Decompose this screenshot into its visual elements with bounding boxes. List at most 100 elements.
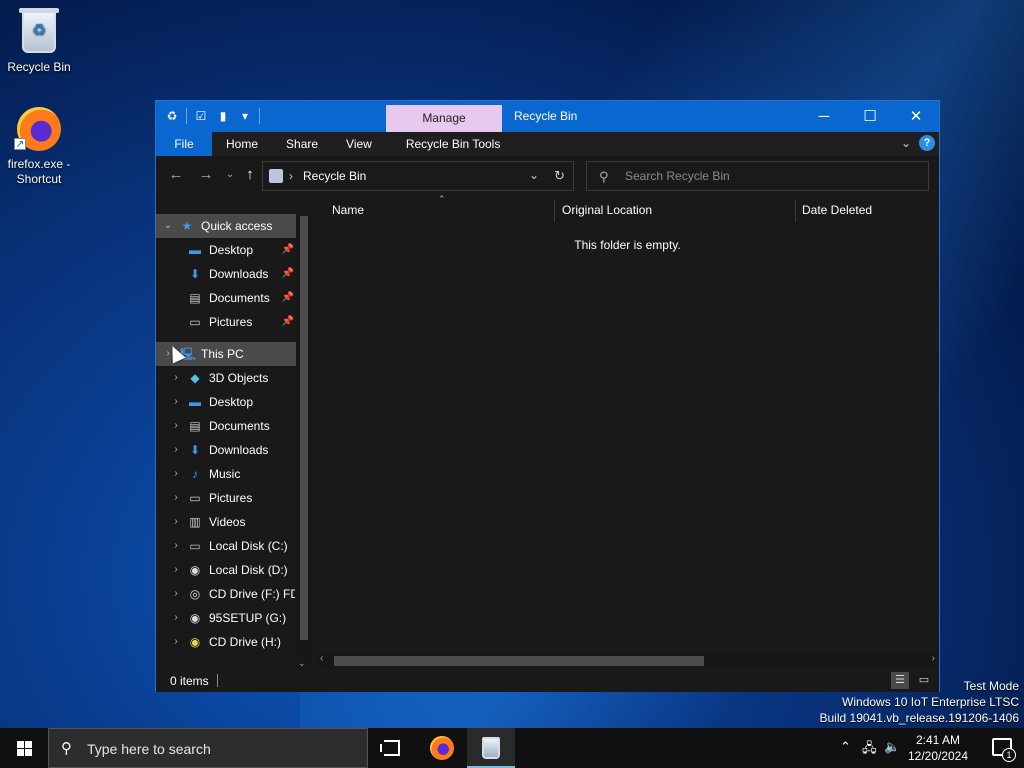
nav-3d-objects[interactable]: › ◆ 3D Objects: [156, 366, 296, 390]
nav-local-disk-d[interactable]: › ◉ Local Disk (D:): [156, 558, 296, 582]
toolbar-divider: [186, 108, 187, 124]
nav-quick-downloads[interactable]: ⬇ Downloads 📌: [156, 262, 296, 286]
nav-cd-drive-h[interactable]: › ◉ CD Drive (H:): [156, 630, 296, 654]
3d-objects-icon: ◆: [190, 371, 200, 385]
scrollbar-thumb[interactable]: [300, 216, 308, 640]
disc-icon: ◉: [189, 611, 201, 625]
scroll-down-icon[interactable]: ⌄: [298, 658, 306, 669]
nav-downloads[interactable]: › ⬇ Downloads: [156, 438, 296, 462]
column-divider[interactable]: [795, 200, 796, 222]
taskbar-search-input[interactable]: [87, 739, 357, 759]
up-button[interactable]: ↑: [240, 166, 260, 183]
taskbar-search-box[interactable]: ⚲: [48, 728, 368, 768]
title-bar[interactable]: ♻ ☑ ▮ ▾ Manage Recycle Bin ─ ☐ ✕: [156, 101, 939, 132]
network-icon[interactable]: 🖧: [862, 739, 877, 761]
chevron-right-icon[interactable]: ›: [170, 558, 182, 582]
desktop-folder-icon: ▬: [189, 395, 201, 409]
tab-share[interactable]: Share: [272, 132, 332, 156]
breadcrumb[interactable]: Recycle Bin: [303, 169, 366, 183]
chevron-right-icon[interactable]: ›: [170, 462, 182, 486]
nav-cd-drive-f[interactable]: › ◎ CD Drive (F:) FD1: [156, 582, 296, 606]
address-bar[interactable]: › Recycle Bin ⌄ ↻: [262, 161, 574, 191]
manage-context-tab[interactable]: Manage: [386, 105, 502, 132]
scroll-right-icon[interactable]: ›: [932, 653, 935, 664]
help-icon[interactable]: ?: [919, 135, 935, 151]
chevron-right-icon[interactable]: ›: [170, 366, 182, 390]
volume-muted-icon[interactable]: 🔈: [884, 739, 900, 755]
column-header-original-location[interactable]: Original Location: [562, 196, 652, 224]
tab-file[interactable]: File: [156, 132, 212, 156]
column-header-name[interactable]: Name: [332, 196, 364, 224]
chevron-right-icon[interactable]: ›: [170, 582, 182, 606]
search-box[interactable]: ⚲: [586, 161, 929, 191]
task-view-button[interactable]: [368, 728, 416, 768]
column-divider[interactable]: [554, 200, 555, 222]
nav-quick-desktop[interactable]: ▬ Desktop 📌: [156, 238, 296, 262]
close-button[interactable]: ✕: [893, 101, 939, 132]
minimize-button[interactable]: ─: [801, 101, 847, 132]
chevron-up-icon[interactable]: ⌃: [840, 739, 851, 755]
address-row: ← → ⌄ ↑ › Recycle Bin ⌄ ↻ ⚲: [156, 156, 939, 196]
desktop-icon-recycle-bin[interactable]: Recycle Bin: [1, 8, 77, 75]
videos-icon: ▥: [189, 515, 201, 529]
nav-quick-pictures[interactable]: ▭ Pictures 📌: [156, 310, 296, 334]
chevron-right-icon[interactable]: ›: [170, 606, 182, 630]
customize-toolbar-icon[interactable]: ▾: [237, 108, 253, 124]
tab-home[interactable]: Home: [212, 132, 272, 156]
nav-quick-access[interactable]: ⌄ ★ Quick access: [156, 214, 296, 238]
nav-95setup-g[interactable]: › ◉ 95SETUP (G:): [156, 606, 296, 630]
nav-local-disk-c[interactable]: › ▭ Local Disk (C:): [156, 534, 296, 558]
forward-button[interactable]: →: [196, 166, 216, 183]
pictures-icon: ▭: [189, 491, 201, 505]
expand-ribbon-icon[interactable]: ⌄: [901, 136, 911, 150]
chevron-right-icon[interactable]: ›: [170, 630, 182, 654]
new-folder-icon[interactable]: ▮: [215, 108, 231, 124]
nav-videos[interactable]: › ▥ Videos: [156, 510, 296, 534]
chevron-right-icon[interactable]: ›: [170, 510, 182, 534]
start-button[interactable]: [0, 728, 48, 768]
horizontal-scrollbar[interactable]: ‹ ›: [316, 652, 939, 669]
file-list[interactable]: ⌃ Name Original Location Date Deleted Th…: [316, 194, 939, 671]
nav-pictures[interactable]: › ▭ Pictures: [156, 486, 296, 510]
taskbar-firefox[interactable]: [418, 728, 466, 768]
recycle-bin-small-icon: ♻: [166, 109, 178, 123]
nav-pane-scrollbar[interactable]: ⌄: [297, 214, 311, 669]
explorer-window: ♻ ☑ ▮ ▾ Manage Recycle Bin ─ ☐ ✕ File Ho…: [155, 100, 940, 692]
windows-logo-icon: [17, 741, 32, 756]
back-button[interactable]: ←: [166, 166, 186, 183]
recent-locations-icon[interactable]: ⌄: [220, 169, 240, 180]
firefox-icon: [430, 736, 454, 760]
chevron-right-icon[interactable]: ›: [170, 534, 182, 558]
pin-icon: 📌: [281, 244, 294, 255]
chevron-right-icon[interactable]: ›: [170, 414, 182, 438]
cd-drive-icon: ◎: [189, 587, 201, 601]
clock[interactable]: 2:41 AM 12/20/2024: [907, 732, 969, 764]
chevron-down-icon[interactable]: ⌄: [162, 214, 174, 238]
nav-desktop[interactable]: › ▬ Desktop: [156, 390, 296, 414]
scroll-left-icon[interactable]: ‹: [320, 653, 323, 664]
scrollbar-thumb[interactable]: [334, 656, 704, 666]
nav-documents[interactable]: › ▤ Documents: [156, 414, 296, 438]
recycle-bin-icon: [482, 737, 500, 759]
nav-quick-documents[interactable]: ▤ Documents 📌: [156, 286, 296, 310]
chevron-right-icon[interactable]: ›: [170, 486, 182, 510]
tab-view[interactable]: View: [332, 132, 386, 156]
column-header-date-deleted[interactable]: Date Deleted: [802, 196, 872, 224]
nav-music[interactable]: › ♪ Music: [156, 462, 296, 486]
chevron-right-icon[interactable]: ›: [170, 390, 182, 414]
chevron-right-icon[interactable]: ›: [170, 438, 182, 462]
desktop-icon-firefox-shortcut[interactable]: firefox.exe - Shortcut: [1, 105, 77, 187]
pin-icon: 📌: [281, 268, 294, 279]
documents-icon: ▤: [189, 291, 201, 305]
shortcut-arrow-icon: ↗: [14, 138, 26, 150]
taskbar: ⚲ ⌃ 🖧 🔈 2:41 AM 12/20/2024 1: [0, 728, 1024, 768]
star-icon: ★: [181, 219, 193, 233]
downloads-icon: ⬇: [189, 267, 201, 281]
refresh-icon[interactable]: ↻: [554, 168, 565, 184]
search-input[interactable]: [625, 167, 915, 185]
properties-icon[interactable]: ☑: [193, 108, 209, 124]
maximize-button[interactable]: ☐: [847, 101, 893, 132]
address-dropdown-icon[interactable]: ⌄: [529, 168, 539, 182]
taskbar-recycle-bin[interactable]: [467, 728, 515, 768]
tab-recycle-bin-tools[interactable]: Recycle Bin Tools: [386, 132, 515, 156]
